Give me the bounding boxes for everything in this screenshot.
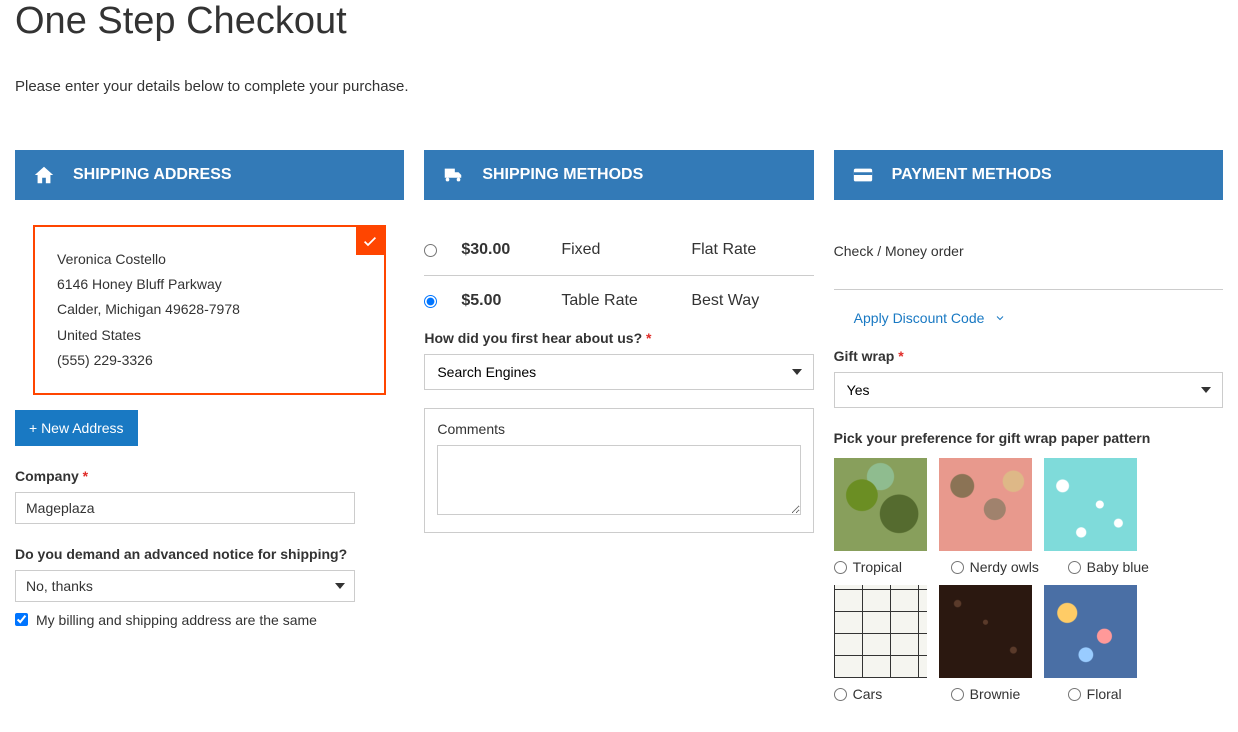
swatch-tropical[interactable] <box>834 458 927 551</box>
hear-about-select[interactable]: Search Engines <box>424 354 813 390</box>
shipping-address-title: SHIPPING ADDRESS <box>73 166 232 184</box>
shipping-option-best-way[interactable]: $5.00 Table Rate Best Way <box>424 276 813 326</box>
best-way-name: Best Way <box>691 292 759 310</box>
address-street: 6146 Honey Bluff Parkway <box>57 272 362 297</box>
shipping-option-flat-rate[interactable]: $30.00 Fixed Flat Rate <box>424 225 813 276</box>
best-way-radio[interactable] <box>424 295 437 308</box>
home-icon <box>33 164 55 186</box>
address-country: United States <box>57 323 362 348</box>
shipping-methods-column: SHIPPING METHODS $30.00 Fixed Flat Rate … <box>424 150 813 712</box>
payment-methods-column: PAYMENT METHODS Check / Money order Appl… <box>834 150 1223 712</box>
page-title: One Step Checkout <box>15 0 1223 43</box>
apply-discount-link[interactable]: Apply Discount Code <box>854 310 1223 326</box>
shipping-address-column: SHIPPING ADDRESS Veronica Costello 6146 … <box>15 150 404 712</box>
notice-select[interactable]: No, thanks <box>15 570 355 602</box>
comments-textarea[interactable] <box>437 445 800 515</box>
shipping-address-header: SHIPPING ADDRESS <box>15 150 404 200</box>
swatch-baby-blue[interactable] <box>1044 458 1137 551</box>
best-way-type: Table Rate <box>561 292 691 310</box>
divider <box>834 289 1223 290</box>
pattern-option-tropical[interactable]: Tropical <box>834 559 939 575</box>
flat-rate-type: Fixed <box>561 241 691 259</box>
comments-label: Comments <box>437 421 800 437</box>
chevron-down-icon <box>994 312 1006 324</box>
card-icon <box>852 164 874 186</box>
address-phone: (555) 229-3326 <box>57 348 362 373</box>
company-input[interactable] <box>15 492 355 524</box>
pattern-option-nerdy-owls[interactable]: Nerdy owls <box>951 559 1056 575</box>
pattern-option-brownie[interactable]: Brownie <box>951 686 1056 702</box>
giftwrap-select[interactable]: Yes <box>834 372 1223 408</box>
swatch-cars[interactable] <box>834 585 927 678</box>
selected-check-icon <box>356 227 384 255</box>
same-billing-checkbox[interactable] <box>15 613 28 626</box>
pattern-option-floral[interactable]: Floral <box>1068 686 1173 702</box>
address-name: Veronica Costello <box>57 247 362 272</box>
address-card[interactable]: Veronica Costello 6146 Honey Bluff Parkw… <box>33 225 386 395</box>
truck-icon <box>442 164 464 186</box>
company-label: Company <box>15 468 404 484</box>
payment-methods-title: PAYMENT METHODS <box>892 166 1052 184</box>
pattern-option-cars[interactable]: Cars <box>834 686 939 702</box>
pattern-option-baby-blue[interactable]: Baby blue <box>1068 559 1173 575</box>
notice-label: Do you demand an advanced notice for shi… <box>15 546 404 562</box>
address-city: Calder, Michigan 49628-7978 <box>57 297 362 322</box>
best-way-price: $5.00 <box>461 292 561 310</box>
swatch-floral[interactable] <box>1044 585 1137 678</box>
page-subtitle: Please enter your details below to compl… <box>15 78 1223 95</box>
payment-methods-header: PAYMENT METHODS <box>834 150 1223 200</box>
hear-about-label: How did you first hear about us? <box>424 330 813 346</box>
same-billing-label: My billing and shipping address are the … <box>36 612 317 628</box>
comments-box: Comments <box>424 408 813 533</box>
swatch-brownie[interactable] <box>939 585 1032 678</box>
shipping-methods-title: SHIPPING METHODS <box>482 166 643 184</box>
giftwrap-label: Gift wrap <box>834 348 1223 364</box>
flat-rate-radio[interactable] <box>424 244 437 257</box>
shipping-methods-header: SHIPPING METHODS <box>424 150 813 200</box>
new-address-button[interactable]: + New Address <box>15 410 138 446</box>
pattern-label: Pick your preference for gift wrap paper… <box>834 430 1223 446</box>
flat-rate-name: Flat Rate <box>691 241 756 259</box>
payment-method-check[interactable]: Check / Money order <box>834 225 1223 259</box>
flat-rate-price: $30.00 <box>461 241 561 259</box>
swatch-nerdy-owls[interactable] <box>939 458 1032 551</box>
